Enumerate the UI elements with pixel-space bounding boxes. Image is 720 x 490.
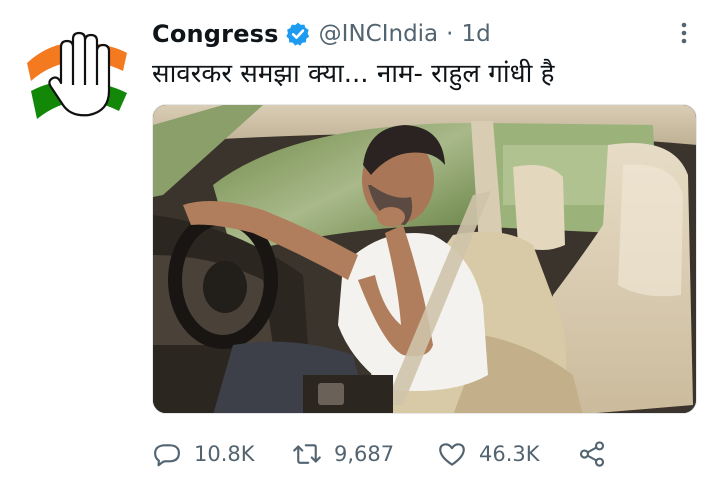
like-button[interactable]: 46.3K (437, 439, 577, 469)
share-icon (579, 441, 605, 467)
separator-dot: · (446, 21, 454, 47)
more-options-button[interactable] (672, 18, 696, 48)
reply-button[interactable]: 10.8K (152, 439, 292, 469)
author-handle[interactable]: @INCIndia (319, 21, 439, 47)
reply-icon (154, 444, 180, 467)
more-icon (681, 22, 687, 44)
tweet-time[interactable]: 1d (461, 21, 490, 47)
tweet: Congress @INCIndia · 1d सावरकर समझा क्या… (0, 0, 720, 490)
avatar[interactable] (23, 25, 131, 125)
verified-badge-icon (285, 21, 311, 47)
retweet-count: 9,687 (334, 442, 395, 466)
author-name[interactable]: Congress (152, 20, 279, 48)
reply-count: 10.8K (194, 442, 255, 466)
retweet-button[interactable]: 9,687 (292, 439, 437, 469)
tweet-actions: 10.8K 9,687 46.3K (152, 434, 607, 474)
congress-hand-logo (27, 31, 127, 119)
tweet-photo[interactable] (152, 104, 697, 414)
tweet-text: सावरकर समझा क्या... नाम- राहुल गांधी है (152, 59, 555, 89)
share-button[interactable] (577, 439, 607, 469)
like-count: 46.3K (479, 442, 540, 466)
like-icon (439, 443, 465, 466)
tweet-header: Congress @INCIndia · 1d (152, 14, 491, 54)
retweet-icon (293, 444, 321, 464)
